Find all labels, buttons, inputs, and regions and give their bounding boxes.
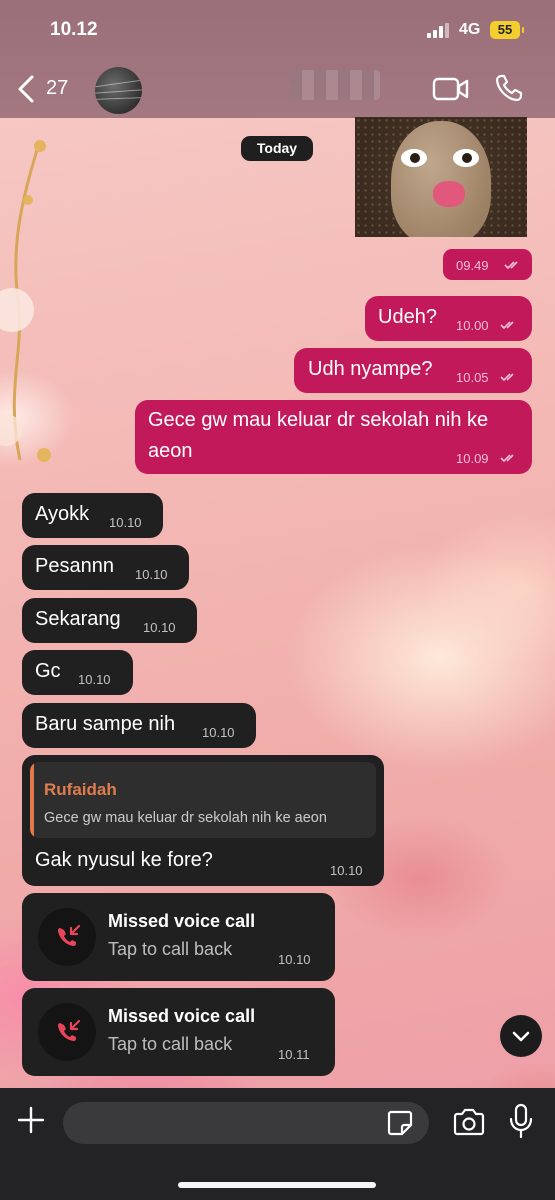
plus-icon[interactable]: [16, 1105, 46, 1135]
outgoing-message[interactable]: Udeh? 10.00: [365, 296, 532, 341]
home-indicator: [178, 1182, 376, 1188]
message-text: Udeh?: [378, 306, 437, 328]
call-title: Missed voice call: [108, 911, 256, 931]
missed-call-icon-wrap: [38, 1003, 96, 1061]
reply-message[interactable]: Rufaidah Gece gw mau keluar dr sekolah n…: [22, 755, 384, 886]
flower-branch-decoration: [0, 139, 51, 462]
message-time: 10.10: [202, 725, 235, 740]
message-time: 10.10: [78, 672, 111, 687]
quote-accent-bar: [30, 762, 34, 838]
message-text: Ayokk: [35, 503, 90, 525]
status-time: 10.12: [50, 19, 98, 40]
avatar[interactable]: [95, 67, 142, 114]
missed-call-icon: [58, 1019, 81, 1041]
contact-name[interactable]: [290, 70, 380, 100]
missed-call-card[interactable]: Missed voice call Tap to call back 10.10: [22, 893, 335, 981]
double-check-icon: [500, 373, 514, 382]
chat-header: 10.12 4G 55 27: [0, 0, 555, 118]
message-text: Udh nyampe?: [308, 358, 433, 380]
message-text: Baru sampe nih: [35, 713, 176, 735]
double-check-icon: [504, 261, 518, 270]
missed-call-icon: [58, 924, 81, 946]
message-text: Pesannn: [35, 555, 114, 577]
message-text-line: aeon: [148, 440, 193, 462]
call-title: Missed voice call: [108, 1006, 256, 1026]
sticker-icon[interactable]: [386, 1109, 414, 1137]
quoted-message[interactable]: Rufaidah Gece gw mau keluar dr sekolah n…: [30, 762, 376, 838]
incoming-message[interactable]: Sekarang 10.10: [22, 598, 197, 643]
camera-icon[interactable]: [452, 1107, 486, 1137]
network-type: 4G: [459, 21, 481, 38]
message-time: 10.10: [135, 567, 168, 582]
message-time: 10.10: [330, 863, 363, 878]
incoming-message[interactable]: Pesannn 10.10: [22, 545, 189, 590]
message-text-line: Gece gw mau keluar dr sekolah nih ke: [148, 409, 489, 431]
missed-call-icon-wrap: [38, 908, 96, 966]
message-input[interactable]: [63, 1102, 429, 1144]
message-time: 10.10: [109, 515, 142, 530]
message-time: 10.00: [456, 318, 489, 333]
potato-sticker[interactable]: [355, 117, 527, 237]
video-camera-icon[interactable]: [432, 75, 470, 103]
scroll-to-bottom-button[interactable]: [500, 1015, 542, 1057]
message-text: Gak nyusul ke fore?: [35, 849, 213, 871]
call-subtitle[interactable]: Tap to call back: [108, 1034, 232, 1055]
quoted-text: Gece gw mau keluar dr sekolah nih ke aeo…: [44, 810, 327, 826]
outgoing-message[interactable]: Udh nyampe? 10.05: [294, 348, 532, 393]
message-text: Gc: [35, 660, 61, 682]
incoming-message[interactable]: Gc 10.10: [22, 650, 133, 695]
incoming-message[interactable]: Ayokk 10.10: [22, 493, 163, 538]
message-time: 10.10: [278, 952, 311, 967]
message-time: 10.11: [278, 1047, 310, 1062]
date-separator: Today: [241, 136, 313, 161]
sticker-timestamp-bubble: 09.49: [443, 249, 532, 280]
message-time: 09.49: [456, 258, 489, 273]
chevron-left-icon[interactable]: [14, 72, 38, 106]
missed-call-card[interactable]: Missed voice call Tap to call back 10.11: [22, 988, 335, 1076]
double-check-icon: [500, 454, 514, 463]
signal-strength-icon: [427, 22, 453, 38]
chevron-down-icon: [512, 1031, 530, 1042]
battery-indicator: 55: [490, 21, 524, 39]
message-time: 10.10: [143, 620, 176, 635]
microphone-icon[interactable]: [508, 1103, 534, 1139]
double-check-icon: [500, 321, 514, 330]
quoted-sender-name: Rufaidah: [44, 780, 117, 799]
call-subtitle[interactable]: Tap to call back: [108, 939, 232, 960]
message-text: Sekarang: [35, 608, 121, 630]
outgoing-message[interactable]: Gece gw mau keluar dr sekolah nih ke aeo…: [135, 400, 532, 474]
incoming-message[interactable]: Baru sampe nih 10.10: [22, 703, 256, 748]
phone-icon[interactable]: [494, 73, 524, 103]
message-time: 10.09: [456, 451, 489, 466]
message-time: 10.05: [456, 370, 489, 385]
unread-count[interactable]: 27: [46, 77, 68, 100]
